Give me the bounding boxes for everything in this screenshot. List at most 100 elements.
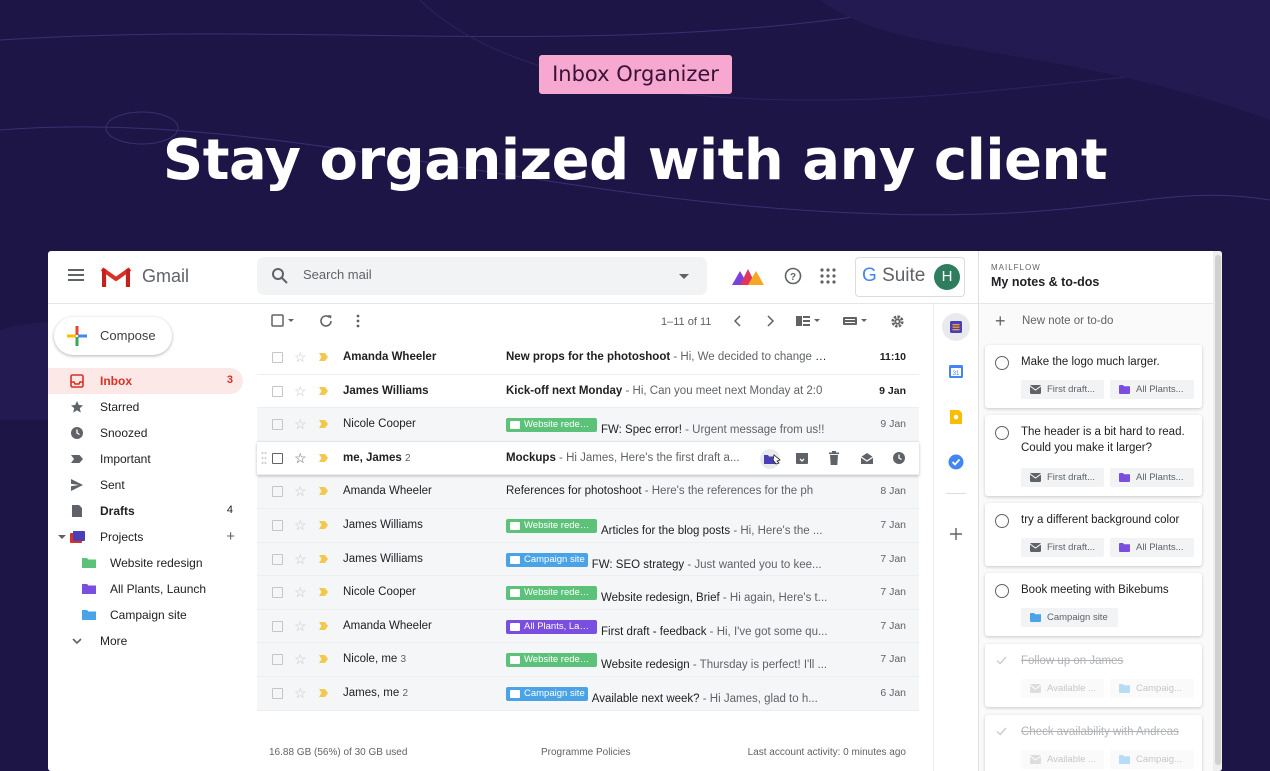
delete-icon[interactable]: [828, 450, 840, 465]
new-note-button[interactable]: + New note or to-do: [991, 311, 1211, 333]
programme-policies-link[interactable]: Programme Policies: [541, 747, 630, 758]
project-label-chip[interactable]: Campaign site: [506, 552, 588, 567]
table-row[interactable]: ☆ me, James 2 Mockups - Hi James, Here's t…: [257, 441, 919, 476]
note-text[interactable]: try a different background color: [1021, 512, 1191, 528]
table-row[interactable]: ☆ Amanda Wheeler References for photoshoo…: [257, 475, 919, 509]
row-checkbox[interactable]: [272, 620, 283, 632]
note-card[interactable]: Make the logo much larger. First draft...…: [985, 345, 1202, 408]
row-checkbox[interactable]: [272, 587, 283, 599]
add-addon-icon[interactable]: [949, 527, 963, 541]
star-icon[interactable]: ☆: [294, 618, 307, 635]
sidebar-item-snoozed[interactable]: Snoozed: [48, 420, 243, 446]
search-input[interactable]: [301, 266, 665, 283]
table-row[interactable]: ☆ James, me 2 Campaign site Available next …: [257, 676, 919, 711]
project-label-chip[interactable]: Website redesign: [506, 418, 597, 433]
add-project-icon[interactable]: +: [226, 528, 235, 545]
sidebar-item-sent[interactable]: Sent: [48, 472, 243, 498]
note-text[interactable]: The header is a bit hard to read. Could …: [1021, 424, 1191, 456]
important-marker-icon[interactable]: [319, 353, 328, 361]
project-label-chip[interactable]: Website redesign: [506, 518, 597, 533]
chevron-right-icon[interactable]: [765, 314, 775, 328]
project-label-chip[interactable]: Website redesign: [506, 586, 597, 601]
more-vert-icon[interactable]: [355, 314, 361, 328]
select-all-checkbox[interactable]: [271, 314, 297, 328]
move-to-project-icon[interactable]: [759, 448, 783, 469]
project-label-chip[interactable]: Campaign site: [506, 686, 588, 701]
collapse-icon[interactable]: [58, 535, 66, 539]
note-link-chip[interactable]: All Plants...: [1110, 380, 1194, 399]
todo-checkbox[interactable]: [995, 356, 1009, 370]
completed-check-icon[interactable]: [995, 725, 1008, 738]
important-marker-icon[interactable]: [319, 487, 328, 496]
table-row[interactable]: ☆ Nicole, me 3 Website redesign Website red…: [257, 643, 919, 677]
note-text[interactable]: Make the logo much larger.: [1021, 354, 1191, 370]
table-row[interactable]: ☆ Nicole Cooper Website redesign FW: Spec …: [257, 408, 919, 442]
important-marker-icon[interactable]: [319, 688, 328, 697]
note-text[interactable]: Book meeting with Bikebums: [1021, 582, 1191, 598]
star-icon[interactable]: ☆: [294, 517, 307, 534]
table-row[interactable]: ☆ James Williams Campaign site FW: SEO str…: [257, 542, 919, 577]
main-menu-icon[interactable]: [68, 269, 84, 281]
completed-check-icon[interactable]: [995, 654, 1008, 667]
note-card[interactable]: The header is a bit hard to read. Could …: [985, 415, 1202, 496]
search-icon[interactable]: [271, 267, 289, 285]
mark-read-icon[interactable]: [860, 451, 874, 465]
tasks-icon[interactable]: [948, 454, 964, 470]
note-text[interactable]: Check availability with Andreas: [1021, 724, 1191, 740]
table-row[interactable]: ☆ James Williams Kick-off next Monday - H…: [257, 374, 919, 409]
note-card[interactable]: Follow up on James Available ... Campaig..…: [985, 644, 1202, 707]
star-icon[interactable]: ☆: [294, 584, 307, 601]
todo-checkbox[interactable]: [995, 514, 1009, 528]
star-icon[interactable]: ☆: [294, 685, 307, 702]
sidebar-item-drafts[interactable]: Drafts 4: [48, 498, 243, 524]
note-card[interactable]: Check availability with Andreas Available…: [985, 715, 1202, 771]
google-apps-icon[interactable]: [820, 268, 836, 284]
sidebar-item-starred[interactable]: Starred: [48, 394, 243, 420]
settings-gear-icon[interactable]: [890, 314, 905, 329]
table-row[interactable]: ☆ Amanda Wheeler All Plants, Launch First …: [257, 609, 919, 644]
sidebar-item-important[interactable]: Important: [48, 446, 243, 472]
table-row[interactable]: ☆ James Williams Website redesign Articles…: [257, 508, 919, 543]
snooze-icon[interactable]: [892, 451, 906, 465]
star-icon[interactable]: ☆: [294, 383, 307, 400]
note-link-chip[interactable]: First draft...: [1021, 468, 1104, 487]
keyboard-icon[interactable]: [842, 314, 870, 328]
row-checkbox[interactable]: [272, 385, 283, 397]
search-options-icon[interactable]: [679, 274, 689, 279]
row-checkbox[interactable]: [272, 452, 283, 464]
project-label-chip[interactable]: All Plants, Launch: [506, 619, 597, 634]
project-label-chip[interactable]: Website redesign: [506, 653, 597, 668]
row-checkbox[interactable]: [272, 553, 283, 565]
important-marker-icon[interactable]: [319, 655, 328, 664]
mailflow-logo-icon[interactable]: [732, 267, 764, 285]
important-marker-icon[interactable]: [319, 453, 328, 462]
table-row[interactable]: ☆ Nicole Cooper Website redesign Website r…: [257, 576, 919, 610]
table-row[interactable]: ☆ Amanda Wheeler New props for the photos…: [257, 341, 919, 375]
avatar[interactable]: H: [934, 264, 960, 290]
todo-checkbox[interactable]: [995, 426, 1009, 440]
note-link-chip[interactable]: Available ...: [1021, 679, 1104, 698]
calendar-icon[interactable]: 31: [948, 363, 964, 379]
important-marker-icon[interactable]: [319, 621, 328, 630]
split-pane-icon[interactable]: [795, 314, 823, 328]
sidebar-item-projects[interactable]: Projects +: [48, 524, 243, 550]
note-link-chip[interactable]: All Plants...: [1110, 468, 1194, 487]
note-link-chip[interactable]: Campaig...: [1110, 679, 1194, 698]
mailflow-notes-icon[interactable]: [942, 313, 970, 341]
row-checkbox[interactable]: [272, 519, 283, 531]
note-text[interactable]: Follow up on James: [1021, 653, 1191, 669]
help-icon[interactable]: ?: [784, 267, 802, 285]
important-marker-icon[interactable]: [319, 588, 328, 597]
note-link-chip[interactable]: First draft...: [1021, 380, 1104, 399]
row-checkbox[interactable]: [272, 419, 283, 431]
note-link-chip[interactable]: Campaign site: [1021, 608, 1118, 627]
star-icon[interactable]: ☆: [294, 450, 307, 467]
sidebar-item-inbox[interactable]: Inbox 3: [48, 368, 243, 394]
drag-handle-icon[interactable]: [261, 451, 267, 465]
important-marker-icon[interactable]: [319, 420, 328, 429]
gsuite-account-button[interactable]: G Suite H: [855, 257, 965, 297]
compose-button[interactable]: Compose: [54, 317, 172, 355]
sidebar-item-campaign-site[interactable]: Campaign site: [48, 602, 243, 628]
important-marker-icon[interactable]: [319, 520, 328, 529]
note-link-chip[interactable]: First draft...: [1021, 538, 1104, 557]
